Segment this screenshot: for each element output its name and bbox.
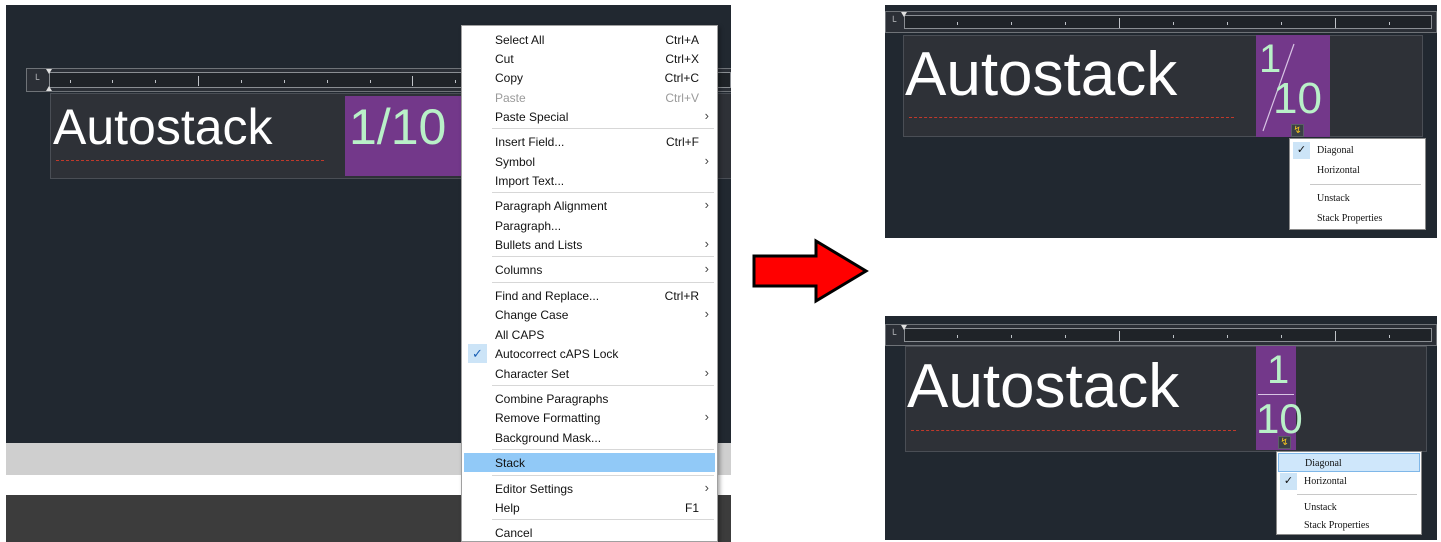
menu-item-cut[interactable]: Cut Ctrl+X <box>464 49 715 68</box>
menu-item-help[interactable]: Help F1 <box>464 498 715 517</box>
chevron-right-icon: › <box>704 306 709 321</box>
chevron-right-icon: › <box>704 480 709 495</box>
menu-item-character-set[interactable]: Character Set › <box>464 364 715 383</box>
chevron-right-icon: › <box>704 108 709 123</box>
check-icon: ✓ <box>1293 142 1310 159</box>
menu-item-bullets-and-lists[interactable]: Bullets and Lists › <box>464 235 715 254</box>
spellcheck-underline <box>56 160 324 161</box>
menu-item-editor-settings[interactable]: Editor Settings › <box>464 479 715 498</box>
menu-item-paste-special[interactable]: Paste Special › <box>464 107 715 126</box>
menu-item-copy[interactable]: Copy Ctrl+C <box>464 68 715 87</box>
stack-option-properties[interactable]: Stack Properties <box>1278 516 1420 535</box>
ruler-track[interactable] <box>901 12 1432 29</box>
menu-item-cancel[interactable]: Cancel <box>464 523 715 542</box>
editor-canvas-diagonal: └ Autostack 1 10 ↯ ✓ Diagonal Horizontal … <box>885 5 1437 238</box>
menu-item-paste[interactable]: Paste Ctrl+V <box>464 88 715 107</box>
menu-item-all-caps[interactable]: All CAPS <box>464 325 715 344</box>
chevron-right-icon: › <box>704 365 709 380</box>
menu-item-combine-paragraphs[interactable]: Combine Paragraphs <box>464 389 715 408</box>
stack-option-properties[interactable]: Stack Properties <box>1291 209 1424 228</box>
menu-item-stack[interactable]: Stack <box>464 453 715 472</box>
text-ruler[interactable]: └ <box>885 11 1437 33</box>
menu-item-symbol[interactable]: Symbol › <box>464 152 715 171</box>
stack-option-horizontal[interactable]: Horizontal <box>1291 161 1424 180</box>
first-line-indent-marker[interactable] <box>901 12 907 17</box>
stack-option-horizontal[interactable]: ✓ Horizontal <box>1278 472 1420 491</box>
stack-option-unstack[interactable]: Unstack <box>1278 498 1420 517</box>
tab-type-icon[interactable]: └ <box>890 330 896 339</box>
check-icon: ✓ <box>1280 473 1297 490</box>
spellcheck-underline <box>909 117 1234 118</box>
stack-option-unstack[interactable]: Unstack <box>1291 189 1424 208</box>
fraction-numerator[interactable]: 1 <box>1267 350 1289 390</box>
autostack-text[interactable]: Autostack <box>53 102 273 152</box>
editor-canvas-horizontal: └ Autostack 1 10 ↯ Diagonal ✓ Horizontal … <box>885 316 1437 540</box>
fraction-text[interactable]: 1/10 <box>349 102 446 152</box>
menu-item-find-and-replace[interactable]: Find and Replace... Ctrl+R <box>464 286 715 305</box>
stack-option-diagonal[interactable]: ✓ Diagonal <box>1291 141 1424 160</box>
tab-type-icon[interactable]: └ <box>890 17 896 26</box>
menu-item-autocorrect-caps-lock[interactable]: ✓ Autocorrect cAPS Lock <box>464 344 715 363</box>
spellcheck-underline <box>911 430 1236 431</box>
lightning-icon[interactable]: ↯ <box>1291 124 1304 137</box>
stack-option-diagonal[interactable]: Diagonal <box>1278 453 1420 472</box>
paragraph-indent-marker[interactable] <box>46 86 52 91</box>
fraction-denominator[interactable]: 10 <box>1273 77 1322 121</box>
right-arrow-icon <box>752 238 869 304</box>
menu-item-background-mask[interactable]: Background Mask... <box>464 428 715 447</box>
context-menu: Select All Ctrl+A Cut Ctrl+X Copy Ctrl+C Pa… <box>461 25 718 542</box>
autostack-text[interactable]: Autostack <box>907 356 1179 418</box>
first-line-indent-marker[interactable] <box>901 325 907 330</box>
chevron-right-icon: › <box>704 197 709 212</box>
first-line-indent-marker[interactable] <box>46 69 52 74</box>
tab-type-icon[interactable]: └ <box>33 75 39 84</box>
menu-item-change-case[interactable]: Change Case › <box>464 305 715 324</box>
chevron-right-icon: › <box>704 153 709 168</box>
menu-item-paragraph[interactable]: Paragraph... <box>464 216 715 235</box>
lightning-icon[interactable]: ↯ <box>1278 436 1291 449</box>
menu-item-select-all[interactable]: Select All Ctrl+A <box>464 30 715 49</box>
ruler-track[interactable] <box>901 325 1432 342</box>
fraction-denominator[interactable]: 10 <box>1256 398 1303 440</box>
autostack-options-menu: Diagonal ✓ Horizontal Unstack Stack Prope… <box>1276 451 1422 535</box>
chevron-right-icon: › <box>704 236 709 251</box>
autostack-options-menu: ✓ Diagonal Horizontal Unstack Stack Prope… <box>1289 138 1426 230</box>
chevron-right-icon: › <box>704 261 709 276</box>
menu-item-remove-formatting[interactable]: Remove Formatting › <box>464 408 715 427</box>
menu-item-columns[interactable]: Columns › <box>464 260 715 279</box>
text-ruler[interactable]: └ <box>885 324 1437 346</box>
menu-item-import-text[interactable]: Import Text... <box>464 171 715 190</box>
chevron-right-icon: › <box>704 409 709 424</box>
check-icon: ✓ <box>468 344 487 363</box>
autostack-text[interactable]: Autostack <box>905 44 1177 106</box>
menu-item-paragraph-alignment[interactable]: Paragraph Alignment › <box>464 196 715 215</box>
menu-item-insert-field[interactable]: Insert Field... Ctrl+F <box>464 132 715 151</box>
